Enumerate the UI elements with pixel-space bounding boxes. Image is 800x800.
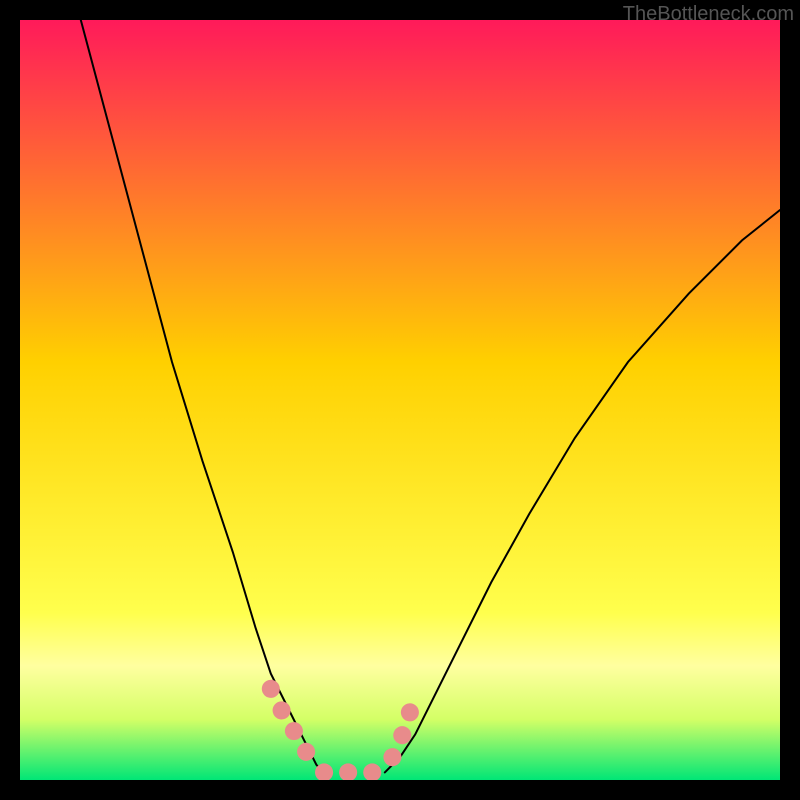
watermark-text: TheBottleneck.com — [623, 3, 794, 26]
chart-background — [20, 20, 780, 780]
chart-plot-area — [20, 20, 780, 780]
chart-svg — [20, 20, 780, 780]
